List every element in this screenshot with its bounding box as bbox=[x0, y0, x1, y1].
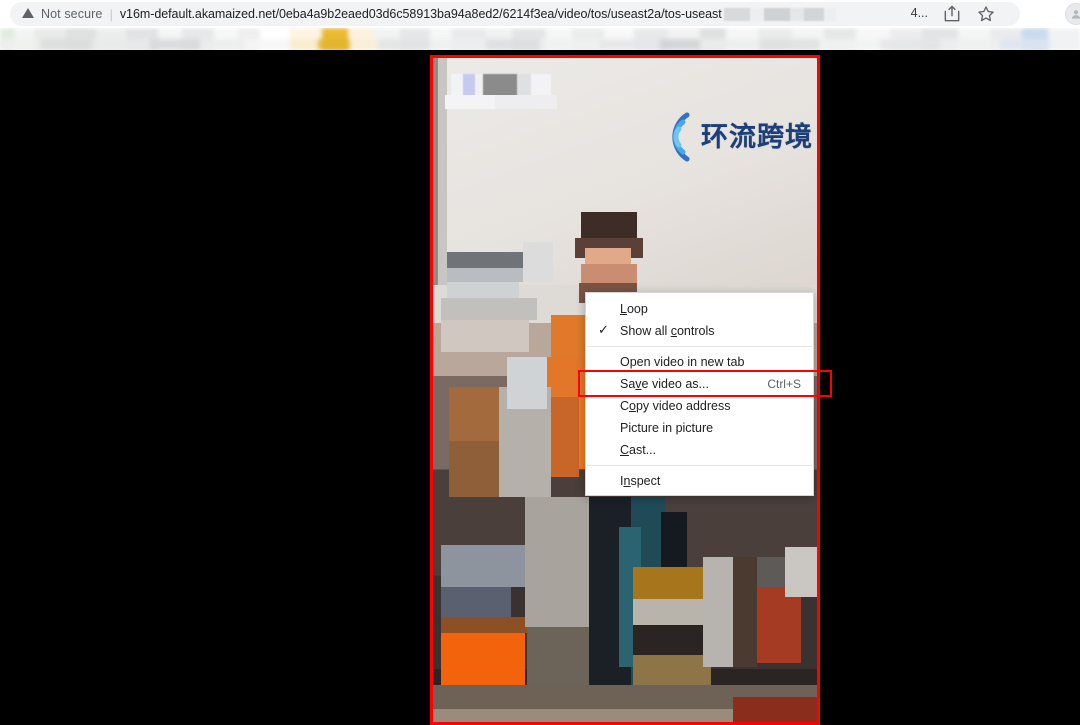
pixel-block bbox=[441, 587, 511, 617]
menu-item-label: Loop bbox=[620, 302, 648, 316]
omnibox-count-indicator: 4... bbox=[910, 6, 928, 20]
star-icon[interactable] bbox=[976, 4, 996, 24]
browser-toolbar: Not secure | v16m-default.akamaized.net/… bbox=[0, 0, 1080, 28]
menu-separator bbox=[587, 346, 812, 347]
pixel-block bbox=[441, 545, 533, 587]
menu-item-label: Show all controls bbox=[620, 324, 715, 338]
pixel-block bbox=[447, 268, 535, 282]
menu-item-shortcut: Ctrl+S bbox=[767, 377, 801, 391]
pixel-block bbox=[525, 497, 589, 627]
menu-item-loop[interactable]: Loop bbox=[586, 298, 813, 320]
bookmarks-bar[interactable] bbox=[0, 28, 1080, 50]
menu-separator bbox=[587, 465, 812, 466]
pixel-block-hair bbox=[581, 212, 637, 238]
pixel-block bbox=[507, 357, 547, 409]
menu-item-copy-video-address[interactable]: Copy video address bbox=[586, 395, 813, 417]
pixel-block-red bbox=[733, 697, 817, 722]
pixel-block bbox=[785, 547, 817, 597]
pixel-block bbox=[447, 252, 525, 268]
menu-item-inspect[interactable]: Inspect bbox=[586, 470, 813, 492]
menu-item-label: Save video as... bbox=[620, 377, 709, 391]
profile-avatar-icon[interactable] bbox=[1065, 3, 1080, 25]
pixel-block bbox=[703, 557, 735, 667]
security-status-label[interactable]: Not secure bbox=[41, 7, 102, 21]
pixel-block bbox=[447, 282, 519, 298]
bookmarks-blur-layer-2 bbox=[0, 39, 1080, 50]
share-icon[interactable] bbox=[942, 4, 962, 24]
pixel-block bbox=[633, 625, 703, 655]
check-icon: ✓ bbox=[598, 322, 609, 337]
watermark-text: 环流跨境 bbox=[701, 121, 813, 153]
menu-item-label: Cast... bbox=[620, 443, 657, 457]
menu-item-label: Copy video address bbox=[620, 399, 731, 413]
pixel-block bbox=[633, 655, 711, 685]
menu-item-label: Picture in picture bbox=[620, 421, 714, 435]
address-bar[interactable]: Not secure | v16m-default.akamaized.net/… bbox=[10, 2, 1020, 26]
video-watermark: 环流跨境 bbox=[643, 105, 813, 169]
mosaic-censor-block bbox=[451, 74, 551, 96]
pixel-block bbox=[633, 567, 709, 599]
concentric-arcs-icon bbox=[643, 107, 699, 167]
pixel-block bbox=[733, 557, 757, 667]
menu-item-cast[interactable]: Cast... bbox=[586, 439, 813, 461]
menu-item-label: Inspect bbox=[620, 474, 661, 488]
pixel-block bbox=[441, 617, 527, 633]
url-redacted-blur bbox=[723, 7, 836, 21]
video-context-menu[interactable]: Loop ✓ Show all controls Open video in new … bbox=[585, 292, 814, 496]
pixel-block bbox=[527, 627, 589, 687]
pixel-block bbox=[441, 320, 529, 352]
video-panel-edge bbox=[433, 57, 447, 285]
url-text: v16m-default.akamaized.net/0eba4a9b2eaed… bbox=[119, 7, 722, 21]
menu-item-label: Open video in new tab bbox=[620, 355, 745, 369]
pixel-block bbox=[441, 298, 537, 320]
screenshot-root: Not secure | v16m-default.akamaized.net/… bbox=[0, 0, 1080, 725]
mosaic-censor-block-2 bbox=[445, 95, 557, 109]
warning-triangle-icon bbox=[22, 8, 34, 18]
menu-item-open-video-in-new-tab[interactable]: Open video in new tab bbox=[586, 351, 813, 373]
pixel-block bbox=[449, 387, 501, 441]
pixel-block bbox=[523, 242, 553, 282]
omnibox-separator: | bbox=[109, 6, 113, 22]
menu-item-picture-in-picture[interactable]: Picture in picture bbox=[586, 417, 813, 439]
pixel-block bbox=[633, 599, 709, 625]
pixel-block-red bbox=[757, 587, 801, 663]
menu-item-save-video-as[interactable]: Save video as... Ctrl+S bbox=[586, 373, 813, 395]
menu-item-show-all-controls[interactable]: ✓ Show all controls bbox=[586, 320, 813, 342]
